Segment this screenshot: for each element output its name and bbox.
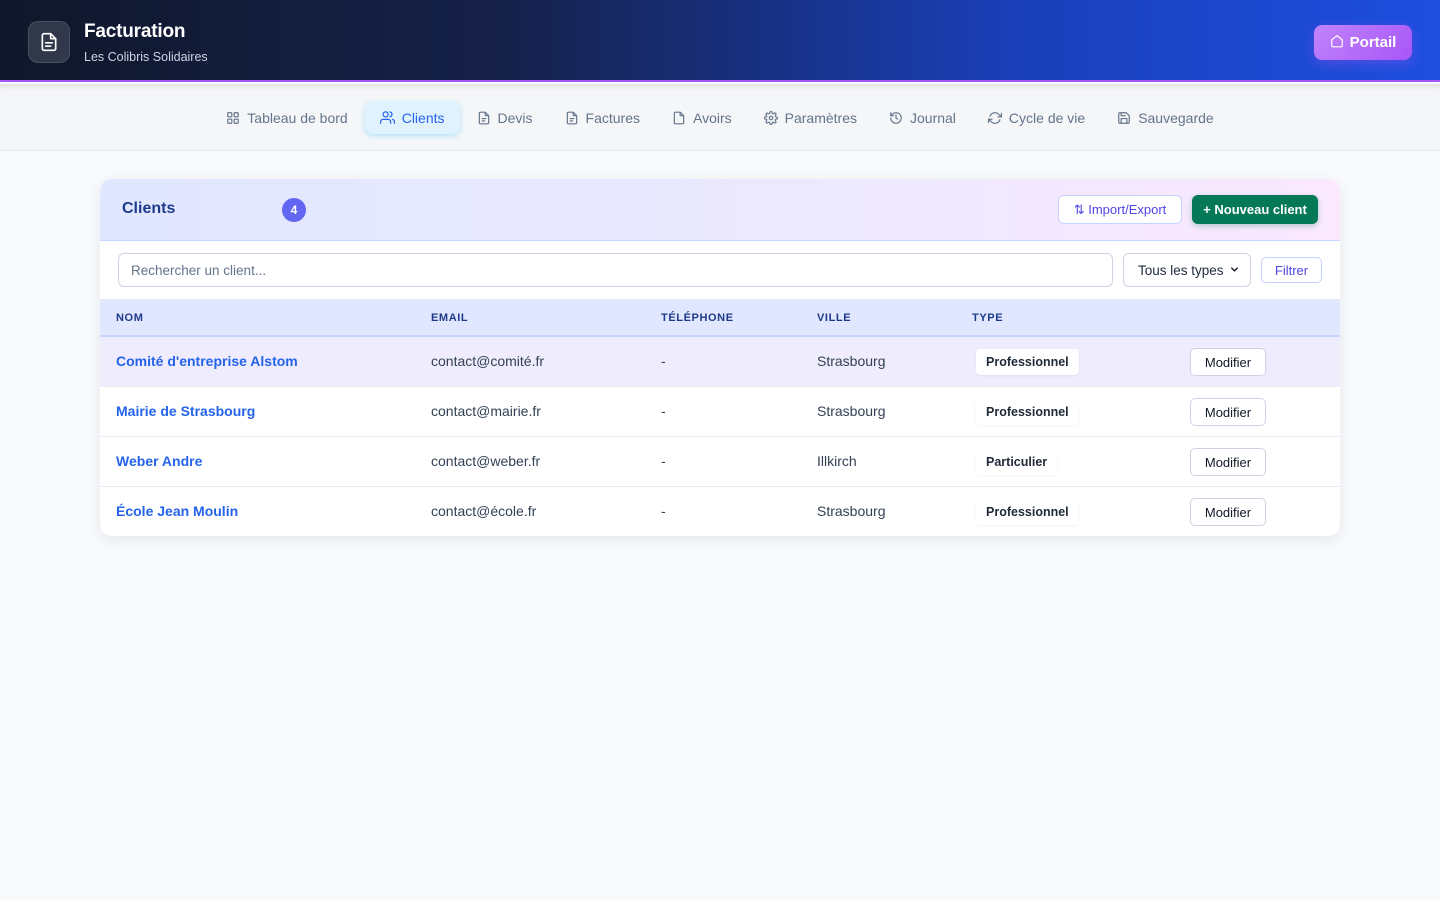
client-phone: -	[661, 503, 666, 519]
client-name-link[interactable]: École Jean Moulin	[116, 503, 238, 519]
client-city: Strasbourg	[817, 353, 886, 369]
client-type-badge: Professionnel	[976, 499, 1079, 525]
clients-card: Clients 4 ⇅ Import/Export + Nouveau clie…	[100, 179, 1340, 536]
app-title: Facturation	[84, 21, 186, 42]
portal-button-label: Portail	[1349, 34, 1397, 51]
client-city: Strasbourg	[817, 403, 886, 419]
app-header: Facturation Les Colibris Solidaires Port…	[0, 0, 1440, 82]
client-name-link[interactable]: Weber Andre	[116, 453, 202, 469]
client-name-link[interactable]: Mairie de Strasbourg	[116, 403, 255, 419]
nav-item-label: Tableau de bord	[247, 109, 348, 126]
nav-item-clients[interactable]: Clients	[364, 101, 460, 134]
nav-item-label: Clients	[401, 109, 445, 126]
client-count-badge: 4	[282, 198, 306, 222]
gear-icon	[763, 110, 778, 125]
nav-item-label: Cycle de vie	[1008, 109, 1086, 126]
client-email: contact@weber.fr	[431, 453, 541, 469]
nav-item-label: Factures	[585, 109, 640, 126]
edit-client-button[interactable]: Modifier	[1190, 448, 1266, 476]
dashboard-icon	[226, 111, 240, 125]
refresh-icon	[987, 111, 1002, 125]
client-email: contact@école.fr	[431, 503, 537, 519]
table-header: NOM EMAIL TÉLÉPHONE VILLE TYPE	[100, 299, 1340, 337]
card-header: Clients 4 ⇅ Import/Export + Nouveau clie…	[100, 179, 1340, 241]
client-email: contact@mairie.fr	[431, 403, 541, 419]
chevron-down-icon	[1229, 263, 1240, 278]
nav-item-journal[interactable]: Journal	[874, 101, 971, 134]
client-phone: -	[661, 353, 666, 369]
client-type-badge: Professionnel	[976, 349, 1079, 375]
table-row[interactable]: École Jean Moulin contact@école.fr - Str…	[100, 487, 1340, 536]
client-name-link[interactable]: Comité d'entreprise Alstom	[116, 353, 298, 369]
nav-item-sauvegarde[interactable]: Sauvegarde	[1102, 101, 1229, 134]
nav-item-label: Devis	[497, 109, 533, 126]
nav-item-label: Avoirs	[692, 109, 732, 126]
nav-item-parametres[interactable]: Paramètres	[749, 101, 872, 134]
type-filter-select[interactable]: Tous les types	[1123, 253, 1251, 287]
new-client-button[interactable]: + Nouveau client	[1192, 195, 1318, 224]
document-icon	[477, 111, 491, 125]
portal-button[interactable]: Portail	[1314, 25, 1412, 60]
column-header-phone[interactable]: TÉLÉPHONE	[661, 312, 734, 324]
client-phone: -	[661, 453, 666, 469]
client-phone: -	[661, 403, 666, 419]
nav-item-dashboard[interactable]: Tableau de bord	[211, 101, 362, 134]
import-export-button[interactable]: ⇅ Import/Export	[1058, 195, 1182, 224]
filter-button[interactable]: Filtrer	[1261, 257, 1322, 283]
edit-client-button[interactable]: Modifier	[1190, 398, 1266, 426]
nav-item-label: Paramètres	[784, 109, 857, 126]
clients-table-body: Comité d'entreprise Alstom contact@comit…	[100, 337, 1340, 536]
edit-client-button[interactable]: Modifier	[1190, 348, 1266, 376]
client-city: Strasbourg	[817, 503, 886, 519]
users-icon	[379, 110, 395, 125]
history-icon	[889, 111, 903, 125]
client-type-badge: Particulier	[976, 449, 1058, 475]
table-row[interactable]: Comité d'entreprise Alstom contact@comit…	[100, 337, 1340, 387]
save-icon	[1117, 111, 1131, 125]
nav-item-avoirs[interactable]: Avoirs	[657, 101, 747, 134]
home-icon	[1330, 34, 1344, 52]
column-header-email[interactable]: EMAIL	[431, 312, 468, 324]
document-icon	[28, 21, 70, 63]
nav-item-cycle-de-vie[interactable]: Cycle de vie	[973, 101, 1100, 134]
column-header-city[interactable]: VILLE	[817, 312, 851, 324]
search-input[interactable]	[118, 253, 1113, 287]
type-filter-value: Tous les types	[1138, 262, 1224, 278]
nav-item-devis[interactable]: Devis	[462, 101, 548, 134]
table-row[interactable]: Mairie de Strasbourg contact@mairie.fr -…	[100, 387, 1340, 437]
client-city: Illkirch	[817, 453, 857, 469]
edit-client-button[interactable]: Modifier	[1190, 498, 1266, 526]
column-header-type[interactable]: TYPE	[972, 312, 1003, 324]
nav-item-factures[interactable]: Factures	[550, 101, 655, 134]
organization-name: Les Colibris Solidaires	[84, 50, 208, 64]
client-type-badge: Professionnel	[976, 399, 1079, 425]
document-icon	[565, 111, 579, 125]
card-title: Clients	[122, 200, 176, 217]
main-nav: Tableau de bord Clients Devis Factures A…	[0, 84, 1440, 151]
client-email: contact@comité.fr	[431, 353, 545, 369]
document-icon	[672, 111, 686, 125]
nav-item-label: Journal	[910, 109, 956, 126]
nav-item-label: Sauvegarde	[1138, 109, 1214, 126]
table-row[interactable]: Weber Andre contact@weber.fr - Illkirch …	[100, 437, 1340, 487]
column-header-name[interactable]: NOM	[116, 312, 143, 324]
